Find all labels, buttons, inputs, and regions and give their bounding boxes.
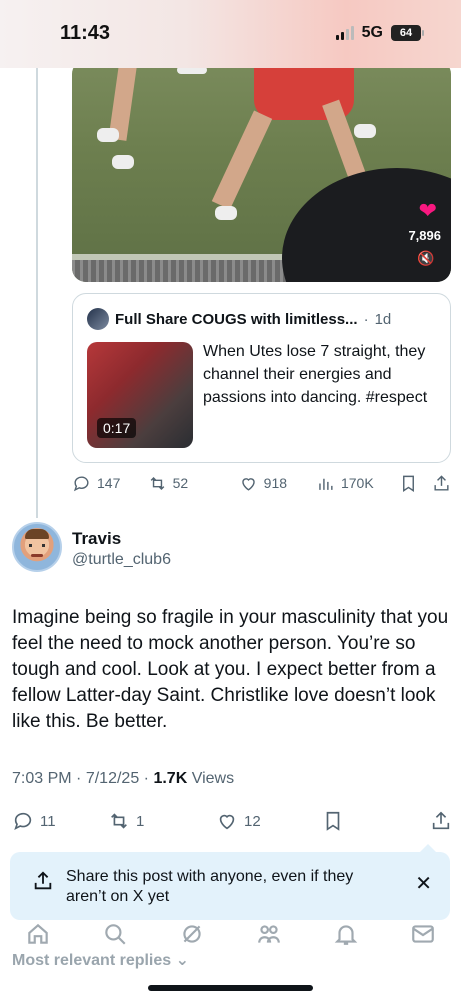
quoted-tweet-header: Full Share COUGS with limitless... · 1d [87, 308, 391, 330]
repost-icon [150, 476, 164, 490]
reply-views-count: 1.7K [153, 770, 188, 787]
quoted-separator: · [363, 310, 369, 328]
quoted-author-name: Full Share COUGS with limitless... [115, 310, 358, 328]
quoted-video-thumbnail[interactable]: 0:17 [87, 342, 193, 448]
home-indicator [148, 985, 313, 991]
heart-outline-icon [219, 814, 235, 830]
mute-icon[interactable]: 🔇 [413, 246, 439, 270]
quoted-avatar [87, 308, 109, 330]
status-time: 11:43 [60, 22, 111, 44]
reply-time: 7:03 PM [12, 770, 72, 787]
quoted-tweet-card[interactable]: Full Share COUGS with limitless... · 1d … [72, 293, 451, 463]
video-view-count: 7,896 [408, 228, 441, 243]
reply-author-handle[interactable]: @turtle_club6 [72, 551, 171, 569]
views-button[interactable]: 170K [316, 474, 399, 493]
parent-action-bar: 147 52 918 170K [72, 470, 451, 496]
reply-metadata: 7:03 PM · 7/12/25 · 1.7K Views [12, 770, 235, 787]
reply-author-name[interactable]: Travis [72, 529, 121, 549]
messages-icon[interactable] [410, 921, 436, 947]
network-label: 5G [361, 24, 383, 41]
avatar[interactable] [12, 522, 62, 572]
repost-button[interactable]: 1 [108, 810, 216, 832]
repost-button[interactable]: 52 [148, 474, 233, 493]
notifications-icon[interactable] [333, 921, 359, 947]
quoted-tweet-text: When Utes lose 7 straight, they channel … [203, 343, 428, 406]
status-bar: 11:43 5G 64 [0, 0, 461, 68]
bottom-navigation [0, 916, 461, 952]
video-player[interactable]: ❤ 7,896 🔇 [72, 60, 451, 282]
close-icon[interactable]: ✕ [415, 874, 432, 894]
grok-icon[interactable] [179, 921, 205, 947]
share-tooltip[interactable]: Share this post with anyone, even if the… [10, 844, 450, 920]
reply-button[interactable]: 11 [12, 810, 108, 832]
reply-views-label: Views [191, 770, 235, 787]
quoted-time: 1d [374, 310, 392, 328]
reply-date: 7/12/25 [85, 770, 140, 787]
chevron-down-icon: ⌄ [175, 952, 190, 969]
video-duration: 0:17 [97, 418, 137, 438]
share-button[interactable] [432, 474, 451, 493]
reply-icon [73, 475, 89, 491]
battery-icon: 64 [391, 25, 424, 41]
reply-tweet-text: Imagine being so fragile in your masculi… [12, 607, 449, 732]
reply-button[interactable]: 147 [72, 474, 142, 493]
bookmark-icon [403, 475, 415, 492]
like-button[interactable]: 12 [216, 810, 322, 832]
repost-icon [111, 813, 127, 829]
bookmark-icon [326, 811, 340, 831]
communities-icon[interactable] [256, 921, 282, 947]
reply-icon [14, 812, 32, 830]
reply-action-bar: 11 1 12 [12, 808, 452, 834]
share-icon [32, 870, 54, 897]
home-icon[interactable] [25, 921, 51, 947]
heart-icon: ❤ [418, 198, 437, 223]
signal-icon [335, 26, 354, 40]
share-tooltip-text: Share this post with anyone, even if the… [66, 868, 354, 905]
thread-line [36, 68, 38, 518]
bookmark-button[interactable] [399, 474, 432, 493]
like-button[interactable]: 918 [239, 474, 316, 493]
sort-replies-dropdown[interactable]: Most relevant replies ⌄ [12, 950, 189, 970]
search-icon[interactable] [102, 921, 128, 947]
status-indicators: 5G 64 [335, 24, 424, 42]
views-icon [319, 478, 333, 490]
bookmark-button[interactable] [322, 810, 430, 832]
share-icon [434, 474, 449, 491]
heart-outline-icon [241, 477, 255, 491]
share-icon [432, 811, 450, 830]
share-button[interactable] [430, 810, 452, 832]
